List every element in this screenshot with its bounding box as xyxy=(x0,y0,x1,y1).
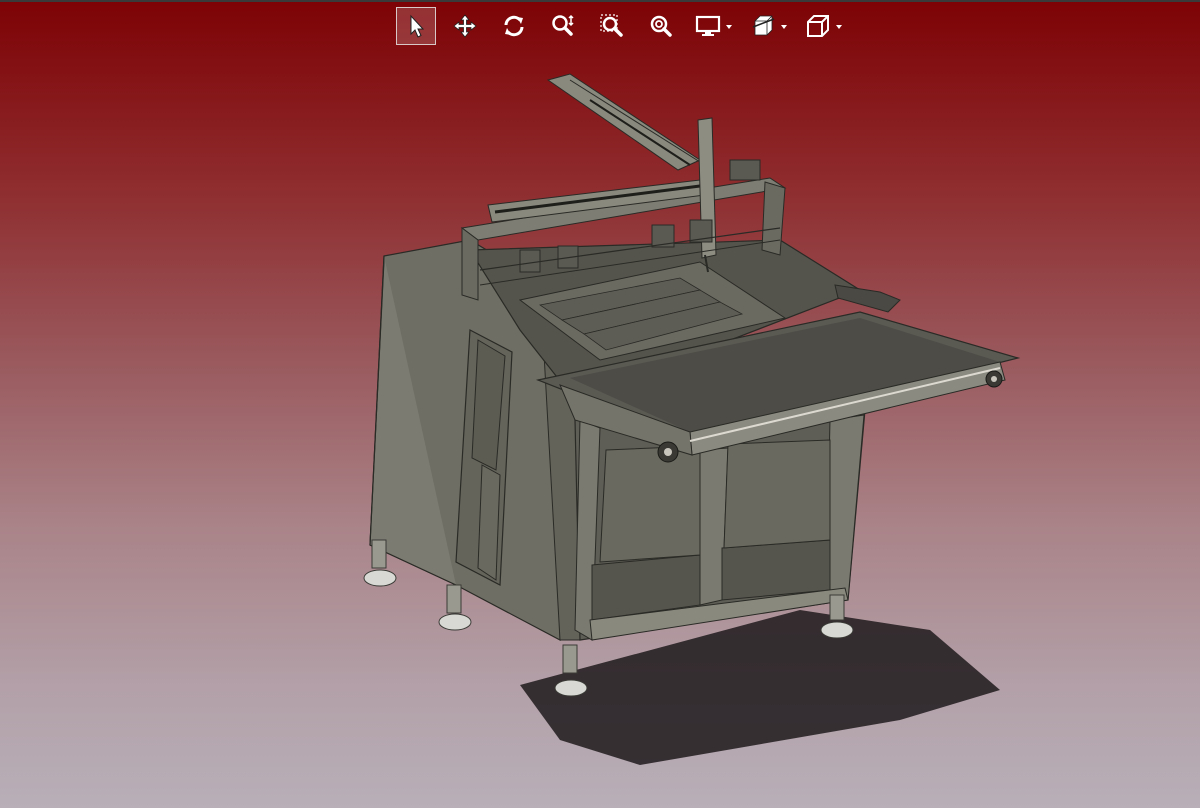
graphics-viewport[interactable] xyxy=(0,0,1200,808)
